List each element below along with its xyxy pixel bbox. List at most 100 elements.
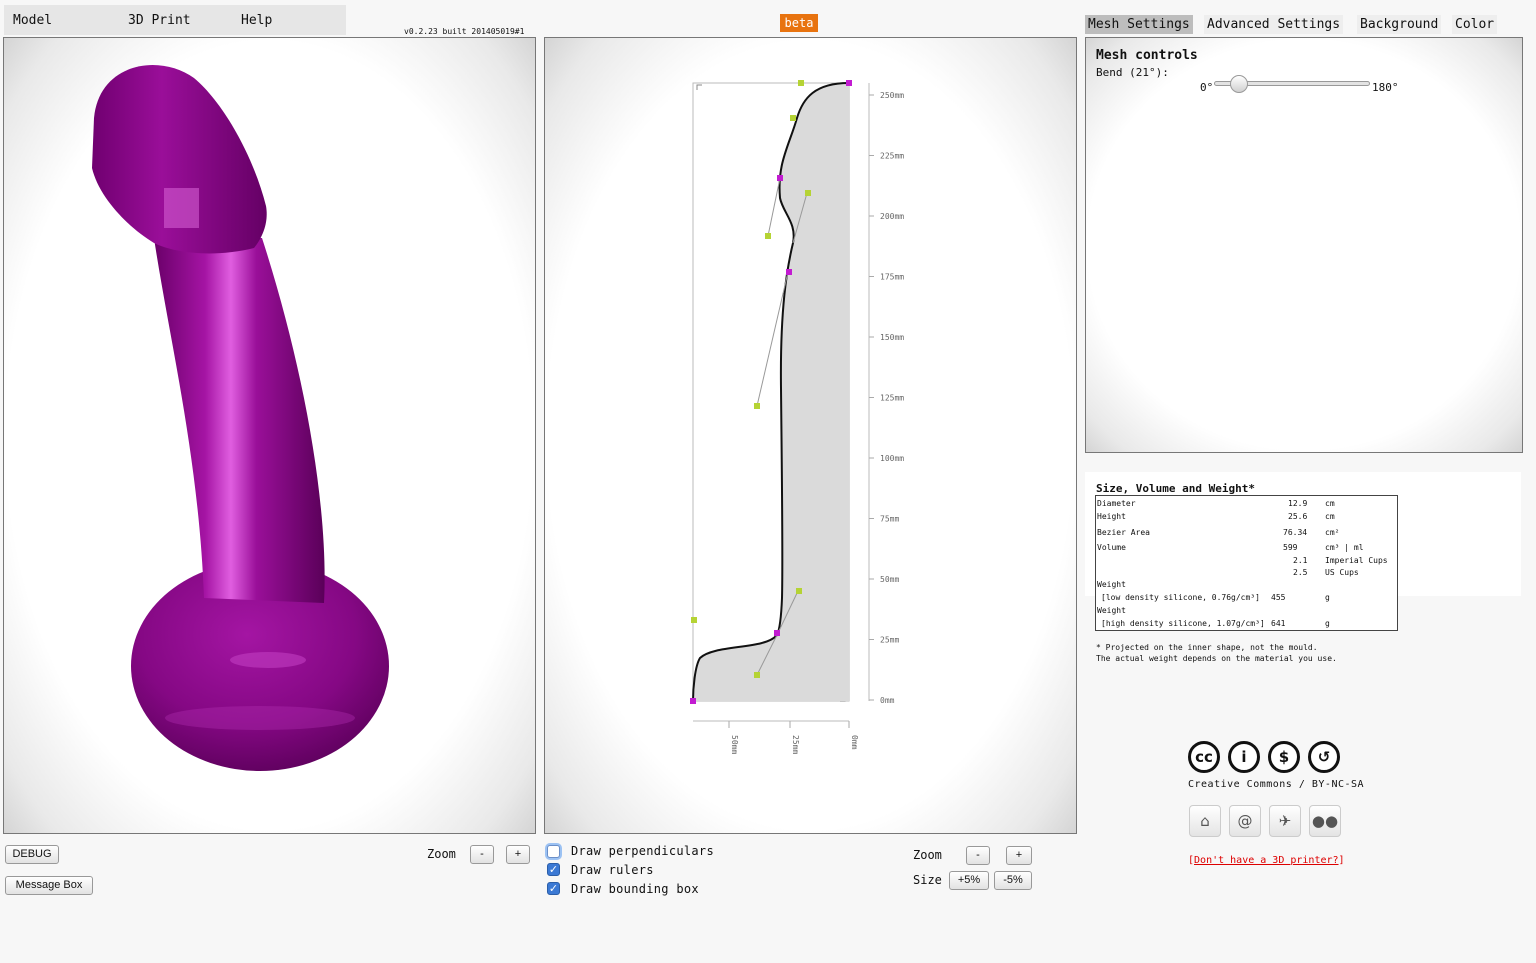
ruler-label: 150mm xyxy=(880,333,904,342)
left-zoom-out-button[interactable]: - xyxy=(470,845,494,864)
mid-zoom-label: Zoom xyxy=(913,848,942,862)
anchor-point xyxy=(786,269,792,275)
ruler-label: 25mm xyxy=(791,735,800,754)
profile-canvas: 250mm 225mm 200mm 175mm 150mm 125mm 100mm 75mm 5… xyxy=(690,80,904,754)
settings-panel xyxy=(1085,37,1523,453)
slider-max-label: 180° xyxy=(1372,81,1399,94)
weight-high-desc: [high density silicone, 1.07g/cm³] xyxy=(1101,619,1265,628)
footnote-line-1: * Projected on the inner shape, not the … xyxy=(1096,643,1318,652)
ruler-label: 50mm xyxy=(730,735,739,754)
mid-zoom-in-button[interactable]: + xyxy=(1006,846,1032,865)
printer-link-wrapper: [Don't have a 3D printer?] xyxy=(1188,855,1345,866)
ruler-label: 225mm xyxy=(880,152,904,161)
size-increase-button[interactable]: +5% xyxy=(949,871,989,890)
ruler-label: 200mm xyxy=(880,212,904,221)
flickr-icon[interactable]: ●● xyxy=(1309,805,1341,837)
footnote: * Projected on the inner shape, not the … xyxy=(1096,642,1337,664)
control-point xyxy=(798,80,804,86)
us-unit: US Cups xyxy=(1325,568,1359,577)
anchor-point xyxy=(846,80,852,86)
no-printer-link[interactable]: Don't have a 3D printer? xyxy=(1194,855,1339,866)
perpendiculars-checkbox[interactable] xyxy=(547,845,560,858)
control-point xyxy=(754,403,760,409)
email-icon[interactable]: @ xyxy=(1229,805,1261,837)
control-point xyxy=(790,115,796,121)
model-viewport[interactable] xyxy=(3,37,536,834)
mid-zoom-out-button[interactable]: - xyxy=(966,846,990,865)
tab-mesh-settings[interactable]: Mesh Settings xyxy=(1085,15,1193,34)
volume-value: 599 xyxy=(1283,543,1298,552)
info-title: Size, Volume and Weight* xyxy=(1096,482,1255,495)
ruler-label: 25mm xyxy=(880,636,899,645)
bounding-box-checkbox[interactable]: ✓ xyxy=(547,882,560,895)
ruler-label: 250mm xyxy=(880,91,904,100)
ruler-label: 0mm xyxy=(880,696,895,705)
size-decrease-button[interactable]: -5% xyxy=(994,871,1032,890)
version-label: v0.2.23 built 20140501​9#1 xyxy=(404,27,525,36)
weight-high-label: Weight xyxy=(1097,606,1126,615)
anchor-point xyxy=(777,175,783,181)
bend-label: Bend (21°): xyxy=(1096,66,1169,79)
vertical-ruler: 250mm 225mm 200mm 175mm 150mm 125mm 100mm 75mm 5… xyxy=(868,83,904,705)
diameter-unit: cm xyxy=(1325,499,1335,508)
ruler-label: 75mm xyxy=(880,515,899,524)
height-value: 25.6 xyxy=(1288,512,1308,521)
model-render xyxy=(92,65,389,771)
ruler-label: 175mm xyxy=(880,273,904,282)
weight-high-unit: g xyxy=(1325,619,1330,628)
rulers-checkbox[interactable]: ✓ xyxy=(547,863,560,876)
message-box-button[interactable]: Message Box xyxy=(5,876,93,895)
horizontal-ruler: 50mm 25mm 0mm xyxy=(693,720,859,754)
control-point xyxy=(765,233,771,239)
height-unit: cm xyxy=(1325,512,1335,521)
menu-model[interactable]: Model xyxy=(13,13,52,28)
rulers-label: Draw rulers xyxy=(571,863,654,877)
control-point xyxy=(805,190,811,196)
sa-icon: ↺ xyxy=(1308,741,1340,773)
left-zoom-in-button[interactable]: + xyxy=(506,845,530,864)
info-table: Diameter 12.9 cm Height 25.6 cm Bezier A… xyxy=(1095,495,1398,631)
menu-bar: Model 3D Print Help xyxy=(4,5,346,35)
bend-slider-handle[interactable] xyxy=(1230,75,1248,93)
nc-icon: $ xyxy=(1268,741,1300,773)
weight-low-label: Weight xyxy=(1097,580,1126,589)
tab-advanced-settings[interactable]: Advanced Settings xyxy=(1204,15,1344,34)
github-icon[interactable]: ⌂ xyxy=(1189,805,1221,837)
imperial-unit: Imperial Cups xyxy=(1325,556,1388,565)
menu-3d-print[interactable]: 3D Print xyxy=(128,13,191,28)
model-shaft xyxy=(154,238,325,603)
weight-low-value: 455 xyxy=(1271,593,1286,602)
perpendiculars-label: Draw perpendiculars xyxy=(571,844,714,858)
footnote-line-2: The actual weight depends on the materia… xyxy=(1096,654,1337,663)
area-value: 76.34 xyxy=(1283,528,1308,537)
diameter-label: Diameter xyxy=(1097,499,1136,508)
profile-editor[interactable]: 250mm 225mm 200mm 175mm 150mm 125mm 100mm 75mm 5… xyxy=(544,37,1077,834)
ruler-label: 100mm xyxy=(880,454,904,463)
beta-badge: beta xyxy=(780,14,818,32)
control-point xyxy=(754,672,760,678)
height-label: Height xyxy=(1097,512,1126,521)
us-value: 2.5 xyxy=(1293,568,1308,577)
license-text: Creative Commons / BY-NC-SA xyxy=(1188,779,1365,790)
area-unit: cm² xyxy=(1325,528,1340,537)
ruler-label: 50mm xyxy=(880,575,899,584)
anchor-point xyxy=(690,698,696,704)
menu-help[interactable]: Help xyxy=(241,13,272,28)
tab-background[interactable]: Background xyxy=(1357,15,1442,34)
area-label: Bezier Area xyxy=(1097,528,1150,537)
weight-low-desc: [low density silicone, 0.76g/cm³] xyxy=(1101,593,1260,602)
weight-high-value: 641 xyxy=(1271,619,1286,628)
control-point xyxy=(691,617,697,623)
weight-low-unit: g xyxy=(1325,593,1330,602)
size-label: Size xyxy=(913,873,942,887)
volume-unit: cm³ | ml xyxy=(1325,543,1364,552)
ruler-label: 125mm xyxy=(880,394,904,403)
twitter-icon[interactable]: ✈ xyxy=(1269,805,1301,837)
ruler-label: 0mm xyxy=(850,735,859,750)
volume-label: Volume xyxy=(1097,543,1126,552)
debug-button[interactable]: DEBUG xyxy=(5,845,59,864)
profile-shape xyxy=(693,83,849,701)
control-point xyxy=(796,588,802,594)
anchor-point xyxy=(774,630,780,636)
tab-color[interactable]: Color xyxy=(1452,15,1498,34)
